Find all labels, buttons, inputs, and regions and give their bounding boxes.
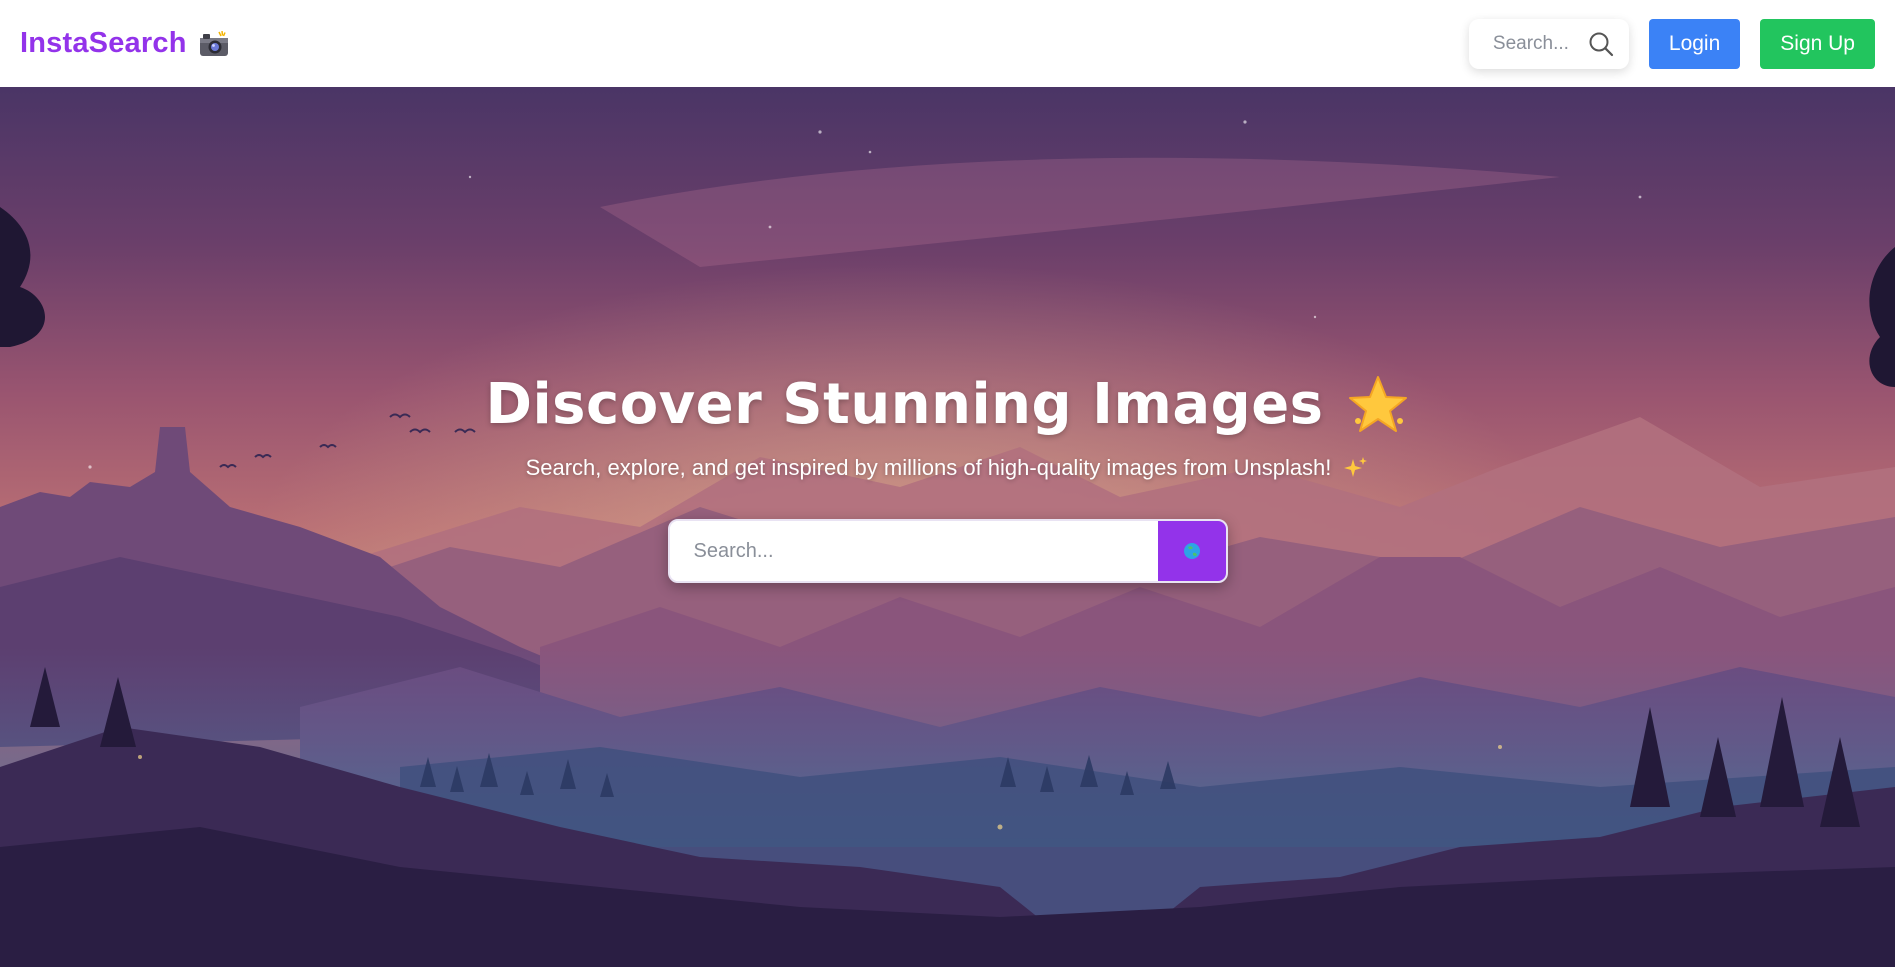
login-button[interactable]: Login [1648, 18, 1741, 69]
brand[interactable]: InstaSearch [20, 27, 229, 60]
navbar: InstaSearch Login Sign Up [0, 0, 1895, 87]
hero-title: Discover Stunning Images [486, 372, 1410, 437]
nav-actions: Login Sign Up [1468, 18, 1875, 69]
hero-search-bar [667, 519, 1228, 583]
nav-search-box [1468, 18, 1629, 69]
hero-subtitle-text: Search, explore, and get inspired by mil… [525, 455, 1332, 480]
hero-content: Discover Stunning Images Search, explore… [0, 87, 1895, 967]
signup-button[interactable]: Sign Up [1760, 18, 1875, 69]
hero-title-text: Discover Stunning Images [485, 372, 1324, 437]
hero-subtitle: Search, explore, and get inspired by mil… [526, 455, 1370, 481]
hero-search-button[interactable] [1157, 521, 1226, 581]
hero-section: Discover Stunning Images Search, explore… [0, 87, 1895, 967]
sparkle-icon [1344, 457, 1368, 477]
hero-search-input[interactable] [669, 521, 1158, 581]
search-icon[interactable] [1587, 30, 1615, 58]
star-icon [1348, 375, 1407, 432]
brand-name[interactable]: InstaSearch [20, 27, 187, 60]
nav-search-input[interactable] [1492, 32, 1587, 55]
globe-icon [1183, 543, 1200, 559]
camera-icon [199, 30, 228, 56]
